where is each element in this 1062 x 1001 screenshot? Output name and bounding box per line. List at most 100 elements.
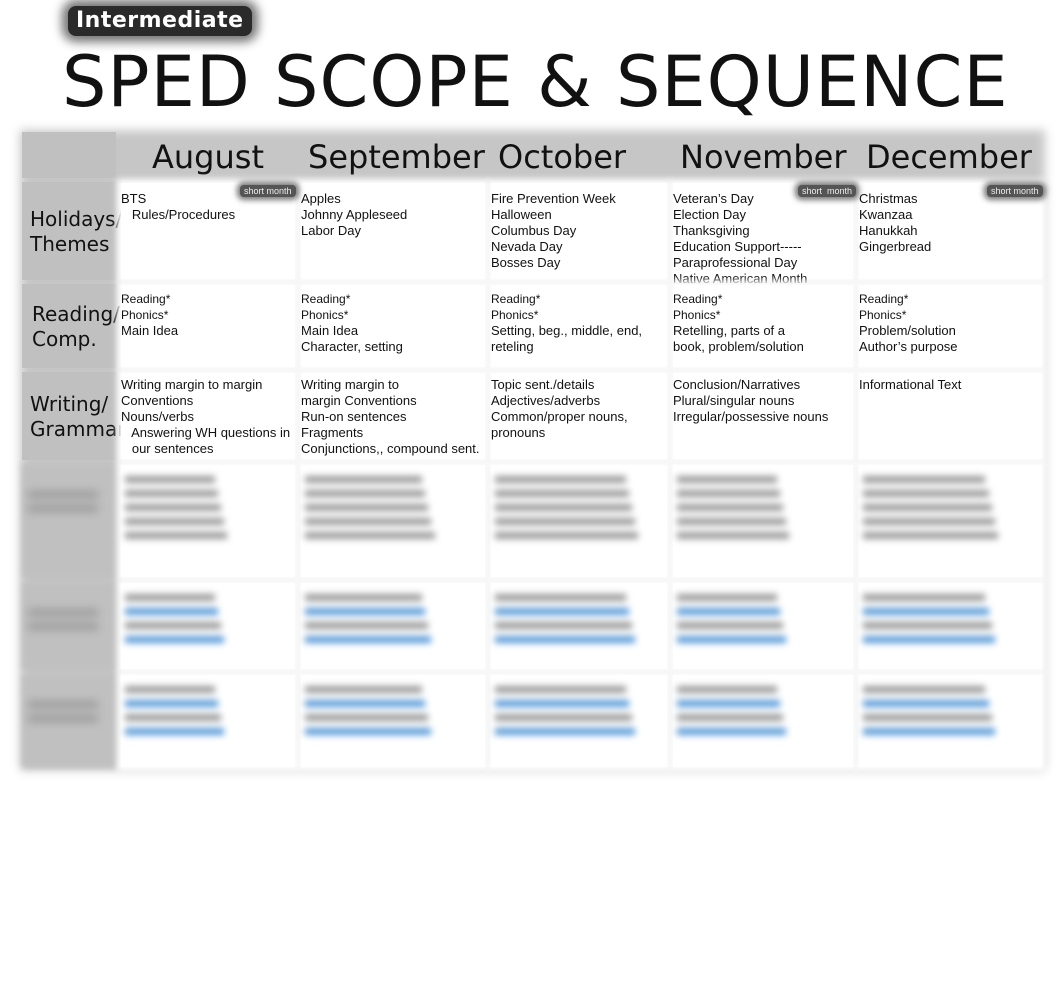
cell-blurred-content bbox=[305, 679, 465, 742]
cell-text: Reading* Phonics* Retelling, parts of a boo… bbox=[673, 291, 804, 355]
table-cell bbox=[301, 675, 485, 767]
table-cell: Reading* Phonics* Problem/solution Author’s… bbox=[859, 285, 1042, 367]
cell-blurred-content bbox=[495, 587, 647, 650]
cell-blurred-content bbox=[495, 679, 647, 742]
table-cell bbox=[301, 465, 485, 577]
short-month-note: short month bbox=[240, 185, 296, 197]
table-cell: Apples Johnny Appleseed Labor Day bbox=[301, 183, 485, 279]
cell-text: Reading* Phonics* Main Idea Character, sett… bbox=[301, 291, 403, 355]
cell-blurred-content bbox=[305, 469, 465, 546]
table-cell: Fire Prevention Week Halloween Columbus Da… bbox=[491, 183, 667, 279]
cell-line: our sentences bbox=[121, 441, 214, 456]
cell-line: BTS bbox=[121, 191, 147, 206]
table-cell: Reading* Phonics* Retelling, parts of a boo… bbox=[673, 285, 853, 367]
cell-blurred-content bbox=[863, 587, 1022, 650]
cell-line: Main Idea bbox=[121, 323, 179, 338]
row-label-line: Reading/ bbox=[32, 302, 120, 326]
page-title: SPED SCOPE & SEQUENCE bbox=[62, 41, 1009, 123]
cell-blurred-content bbox=[863, 469, 1022, 546]
table-cell: Informational Text bbox=[859, 373, 1042, 459]
cell-line: Phonics* bbox=[121, 308, 169, 322]
cell-blurred-content bbox=[125, 679, 275, 742]
cell-line: book, problem/solution bbox=[673, 339, 804, 354]
table-cell bbox=[491, 675, 667, 767]
cell-text: Reading* Phonics* Problem/solution Author’s… bbox=[859, 291, 958, 355]
cell-blurred-content bbox=[677, 679, 833, 742]
cell-line: Christmas bbox=[859, 191, 918, 206]
month-header-september: September bbox=[308, 138, 485, 176]
cell-text: Writing margin to margin Conventions Run-o… bbox=[301, 377, 480, 457]
cell-line: Veteran’s Day bbox=[673, 191, 754, 206]
cell-line: Phonics* bbox=[301, 308, 349, 322]
row-label-text: Reading/Comp. bbox=[32, 302, 120, 352]
cell-line: Nouns/verbs bbox=[121, 409, 194, 424]
cell-line: Informational Text bbox=[859, 377, 962, 392]
cell-line: reteling bbox=[491, 339, 534, 354]
table-cell: Topic sent./details Adjectives/adverbs Com… bbox=[491, 373, 667, 459]
cell-line: Reading* bbox=[121, 292, 171, 306]
table-cell bbox=[859, 675, 1042, 767]
row-label-text: Writing/Grammar bbox=[30, 392, 125, 442]
cell-line: Common/proper nouns, bbox=[491, 409, 628, 424]
cell-line: Gingerbread bbox=[859, 239, 932, 254]
cell-line: Run-on sentences bbox=[301, 409, 407, 424]
table-cell bbox=[301, 583, 485, 669]
cell-line: Main Idea bbox=[301, 323, 359, 338]
cell-line: Setting, beg., middle, end, bbox=[491, 323, 643, 338]
row-label-line: Writing/ bbox=[30, 392, 109, 416]
cell-text: Fire Prevention Week Halloween Columbus Da… bbox=[491, 191, 616, 271]
cell-blurred-content bbox=[677, 587, 833, 650]
table-cell bbox=[859, 465, 1042, 577]
table-cell: Writing margin to margin Conventions Run-o… bbox=[301, 373, 485, 459]
table-cell: BTS Rules/Procedures bbox=[121, 183, 295, 279]
cell-line: Apples bbox=[301, 191, 341, 206]
cell-line: Character, setting bbox=[301, 339, 403, 354]
cell-blurred-content bbox=[863, 679, 1022, 742]
cell-line: Writing margin to margin bbox=[121, 377, 263, 392]
cell-blurred-content bbox=[677, 469, 833, 546]
short-month-note: short month bbox=[987, 185, 1043, 197]
cell-line: Fire Prevention Week bbox=[491, 191, 616, 206]
cell-line: Reading* bbox=[301, 292, 351, 306]
cell-line: Thanksgiving bbox=[673, 223, 750, 238]
row-label: Writing/Grammar bbox=[22, 372, 125, 460]
cell-line: Conventions bbox=[121, 393, 194, 408]
row-label bbox=[22, 582, 116, 670]
cell-line: Hanukkah bbox=[859, 223, 918, 238]
grade-level-badge: Intermediate bbox=[68, 6, 252, 36]
table-cell: Reading* Phonics* Main Idea bbox=[121, 285, 295, 367]
cell-text: BTS Rules/Procedures bbox=[121, 191, 235, 223]
table-cell bbox=[121, 675, 295, 767]
cell-line: Phonics* bbox=[859, 308, 907, 322]
cell-line: Columbus Day bbox=[491, 223, 577, 238]
row-label bbox=[22, 464, 116, 578]
cell-blurred-content bbox=[125, 469, 275, 546]
cell-line: Kwanzaa bbox=[859, 207, 913, 222]
cell-text: Topic sent./details Adjectives/adverbs Com… bbox=[491, 377, 628, 441]
cell-line: Author’s purpose bbox=[859, 339, 958, 354]
table-cell: Writing margin to margin Conventions Nouns… bbox=[121, 373, 295, 459]
cell-line: Reading* bbox=[491, 292, 541, 306]
table-cell bbox=[121, 583, 295, 669]
cell-line: Education Support----- bbox=[673, 239, 802, 254]
cell-line: Irregular/possessive nouns bbox=[673, 409, 829, 424]
table-cell bbox=[673, 583, 853, 669]
cell-line: Halloween bbox=[491, 207, 552, 222]
cell-line: Answering WH questions in bbox=[121, 425, 291, 440]
cell-text: Conclusion/Narratives Plural/singular nou… bbox=[673, 377, 828, 425]
row-label-blurred bbox=[28, 484, 98, 519]
cell-text: Apples Johnny Appleseed Labor Day bbox=[301, 191, 407, 239]
cell-line: Election Day bbox=[673, 207, 746, 222]
cell-line: Plural/singular nouns bbox=[673, 393, 795, 408]
month-header-october: October bbox=[498, 138, 627, 176]
month-header-august: August bbox=[152, 138, 264, 176]
row-label-line: Grammar bbox=[30, 417, 126, 441]
table-cell bbox=[121, 465, 295, 577]
cell-line: Conclusion/Narratives bbox=[673, 377, 801, 392]
table-cell: Veteran’s Day Election Day Thanksgiving Edu… bbox=[673, 183, 853, 286]
table-cell bbox=[491, 583, 667, 669]
cell-line: Paraprofessional Day bbox=[673, 255, 798, 270]
cell-line: Phonics* bbox=[491, 308, 539, 322]
cell-blurred-content bbox=[495, 469, 647, 546]
month-header-november: November bbox=[680, 138, 847, 176]
